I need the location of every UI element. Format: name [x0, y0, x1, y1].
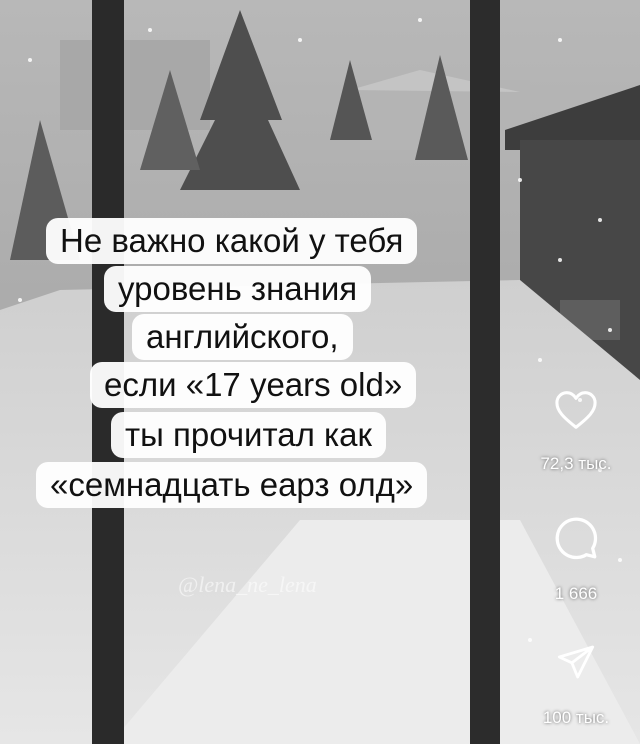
share-count: 100 тыс. [542, 708, 610, 727]
comment-button[interactable] [552, 514, 600, 562]
comment-count: 1 666 [554, 584, 598, 603]
heart-icon [555, 391, 597, 429]
caption-line-5: ты прочитал как [111, 412, 386, 458]
paper-plane-icon [557, 645, 595, 679]
like-button[interactable] [552, 388, 600, 432]
like-count: 72,3 тыс. [540, 454, 612, 473]
caption-line-2: уровень знания [104, 266, 372, 312]
caption-line-6: «семнадцать еарз олд» [36, 462, 428, 508]
caption-line-3: английского, [132, 314, 353, 360]
caption-line-4: если «17 years old» [90, 362, 417, 408]
watermark: @lena_ne_lena [178, 572, 317, 597]
caption-line-1: Не важно какой у тебя [46, 218, 418, 264]
reel-screen: Не важно какой у тебя уровень знания анг… [0, 0, 640, 744]
comment-bubble-icon [555, 517, 598, 560]
share-button[interactable] [554, 640, 598, 684]
